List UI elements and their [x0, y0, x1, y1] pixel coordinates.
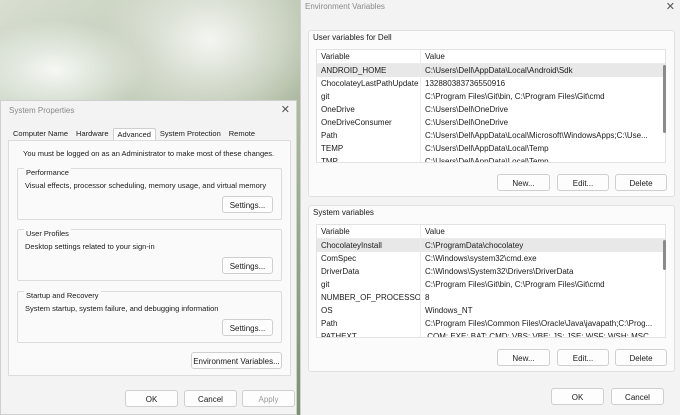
variable-value-cell: C:\Users\Dell\AppData\Local\Temp: [425, 157, 549, 162]
system-properties-window: System Properties ✕ Computer Name Hardwa…: [0, 100, 297, 415]
table-row[interactable]: git C:\Program Files\Git\bin, C:\Program …: [317, 90, 665, 103]
variable-name-cell: OS: [317, 304, 421, 317]
table-header: Variable Value: [317, 225, 665, 239]
user-variables-title: User variables for Dell: [313, 33, 392, 42]
tab-hardware[interactable]: Hardware: [72, 128, 113, 140]
startup-recovery-settings-button[interactable]: Settings...: [222, 319, 273, 336]
variable-value-cell: C:\Program Files\Common Files\Oracle\Jav…: [425, 319, 653, 328]
variable-name-cell: TMP: [317, 155, 421, 162]
table-row[interactable]: TMP C:\Users\Dell\AppData\Local\Temp: [317, 155, 665, 162]
startup-recovery-desc: System startup, system failure, and debu…: [25, 304, 219, 313]
table-row[interactable]: DriverData C:\Windows\System32\Drivers\Dr…: [317, 265, 665, 278]
user-delete-button[interactable]: Delete: [615, 174, 667, 191]
variable-name-cell: ANDROID_HOME: [317, 64, 421, 77]
variable-name-cell: OneDrive: [317, 103, 421, 116]
user-variables-table[interactable]: Variable Value ANDROID_HOME C:\Users\Dell…: [316, 49, 666, 163]
user-table-scrollbar[interactable]: [663, 65, 666, 133]
environment-variables-window: Environment Variables ✕ User variables f…: [300, 0, 680, 415]
close-icon[interactable]: ✕: [281, 103, 290, 116]
sys-ok-button[interactable]: OK: [125, 390, 178, 407]
user-variables-group: User variables for Dell Variable Value A…: [308, 30, 675, 197]
variable-value-cell: C:\Program Files\Git\bin, C:\Program Fil…: [425, 92, 605, 101]
variable-name-cell: Path: [317, 129, 421, 142]
variable-name-cell: Path: [317, 317, 421, 330]
system-edit-button[interactable]: Edit...: [557, 349, 609, 366]
table-row[interactable]: OS Windows_NT: [317, 304, 665, 317]
variable-name-cell: git: [317, 90, 421, 103]
table-row[interactable]: OneDriveConsumer C:\Users\Dell\OneDrive: [317, 116, 665, 129]
sys-apply-button[interactable]: Apply: [242, 390, 295, 407]
variable-value-cell: C:\Program Files\Git\bin, C:\Program Fil…: [425, 280, 605, 289]
performance-settings-button[interactable]: Settings...: [222, 196, 273, 213]
sys-cancel-button[interactable]: Cancel: [184, 390, 237, 407]
variable-name-cell: ChocolateyLastPathUpdate: [317, 77, 421, 90]
tab-system-protection[interactable]: System Protection: [156, 128, 225, 140]
variable-value-cell: C:\Users\Dell\AppData\Local\Android\Sdk: [425, 66, 573, 75]
system-variables-title: System variables: [313, 208, 374, 217]
env-cancel-button[interactable]: Cancel: [611, 388, 664, 405]
variable-value-cell: C:\ProgramData\chocolatey: [425, 241, 524, 250]
startup-recovery-section: Startup and Recovery System startup, sys…: [17, 291, 282, 343]
user-profiles-settings-button[interactable]: Settings...: [222, 257, 273, 274]
variable-name-cell: OneDriveConsumer: [317, 116, 421, 129]
column-header-value[interactable]: Value: [421, 225, 665, 238]
variable-value-cell: C:\Users\Dell\AppData\Local\Microsoft\Wi…: [425, 131, 648, 140]
column-header-variable[interactable]: Variable: [317, 225, 421, 238]
environment-variables-button[interactable]: Environment Variables...: [191, 352, 282, 369]
performance-title: Performance: [24, 168, 71, 177]
table-row[interactable]: Path C:\Program Files\Common Files\Oracle…: [317, 317, 665, 330]
performance-section: Performance Visual effects, processor sc…: [17, 168, 282, 220]
table-row[interactable]: NUMBER_OF_PROCESSORS 8: [317, 291, 665, 304]
column-header-variable[interactable]: Variable: [317, 50, 421, 63]
table-row[interactable]: ComSpec C:\Windows\system32\cmd.exe: [317, 252, 665, 265]
variable-value-cell: C:\Users\Dell\AppData\Local\Temp: [425, 144, 549, 153]
system-delete-button[interactable]: Delete: [615, 349, 667, 366]
variable-value-cell: 8: [425, 293, 430, 302]
variable-name-cell: git: [317, 278, 421, 291]
table-row[interactable]: PATHEXT .COM;.EXE;.BAT;.CMD;.VBS;.VBE;.JS…: [317, 330, 665, 337]
variable-value-cell: .COM;.EXE;.BAT;.CMD;.VBS;.VBE;.JS;.JSE;.…: [425, 332, 649, 337]
system-new-button[interactable]: New...: [497, 349, 550, 366]
variable-name-cell: DriverData: [317, 265, 421, 278]
user-edit-button[interactable]: Edit...: [557, 174, 609, 191]
column-header-value[interactable]: Value: [421, 50, 665, 63]
advanced-tab-panel: You must be logged on as an Administrato…: [8, 140, 291, 376]
variable-value-cell: C:\Windows\system32\cmd.exe: [425, 254, 537, 263]
table-row[interactable]: OneDrive C:\Users\Dell\OneDrive: [317, 103, 665, 116]
sys-window-title: System Properties: [9, 106, 75, 115]
env-window-title: Environment Variables: [305, 2, 385, 11]
table-row[interactable]: TEMP C:\Users\Dell\AppData\Local\Temp: [317, 142, 665, 155]
close-icon[interactable]: ✕: [666, 0, 675, 13]
variable-name-cell: ComSpec: [317, 252, 421, 265]
variable-name-cell: PATHEXT: [317, 330, 421, 337]
table-row[interactable]: git C:\Program Files\Git\bin, C:\Program …: [317, 278, 665, 291]
table-row[interactable]: ChocolateyLastPathUpdate 1328803837365509…: [317, 77, 665, 90]
user-profiles-section: User Profiles Desktop settings related t…: [17, 229, 282, 281]
system-variables-group: System variables Variable Value Chocolat…: [308, 205, 675, 372]
user-new-button[interactable]: New...: [497, 174, 550, 191]
variable-name-cell: TEMP: [317, 142, 421, 155]
variable-value-cell: 132880383736550916: [425, 79, 506, 88]
env-ok-button[interactable]: OK: [551, 388, 604, 405]
table-row[interactable]: Path C:\Users\Dell\AppData\Local\Microsof…: [317, 129, 665, 142]
startup-recovery-title: Startup and Recovery: [24, 291, 101, 300]
table-header: Variable Value: [317, 50, 665, 64]
user-profiles-title: User Profiles: [24, 229, 71, 238]
tab-remote[interactable]: Remote: [225, 128, 259, 140]
variable-name-cell: NUMBER_OF_PROCESSORS: [317, 291, 421, 304]
admin-note: You must be logged on as an Administrato…: [23, 149, 275, 158]
variable-name-cell: ChocolateyInstall: [317, 239, 421, 252]
variable-value-cell: C:\Users\Dell\OneDrive: [425, 105, 509, 114]
table-row[interactable]: ANDROID_HOME C:\Users\Dell\AppData\Local\…: [317, 64, 665, 77]
variable-value-cell: C:\Users\Dell\OneDrive: [425, 118, 509, 127]
system-variables-table[interactable]: Variable Value ChocolateyInstall C:\Progr…: [316, 224, 666, 338]
tab-computer-name[interactable]: Computer Name: [9, 128, 72, 140]
variable-value-cell: Windows_NT: [425, 306, 473, 315]
variable-value-cell: C:\Windows\System32\Drivers\DriverData: [425, 267, 574, 276]
system-table-scrollbar[interactable]: [663, 240, 666, 270]
table-row[interactable]: ChocolateyInstall C:\ProgramData\chocolat…: [317, 239, 665, 252]
user-profiles-desc: Desktop settings related to your sign-in: [25, 242, 155, 251]
performance-desc: Visual effects, processor scheduling, me…: [25, 181, 267, 190]
